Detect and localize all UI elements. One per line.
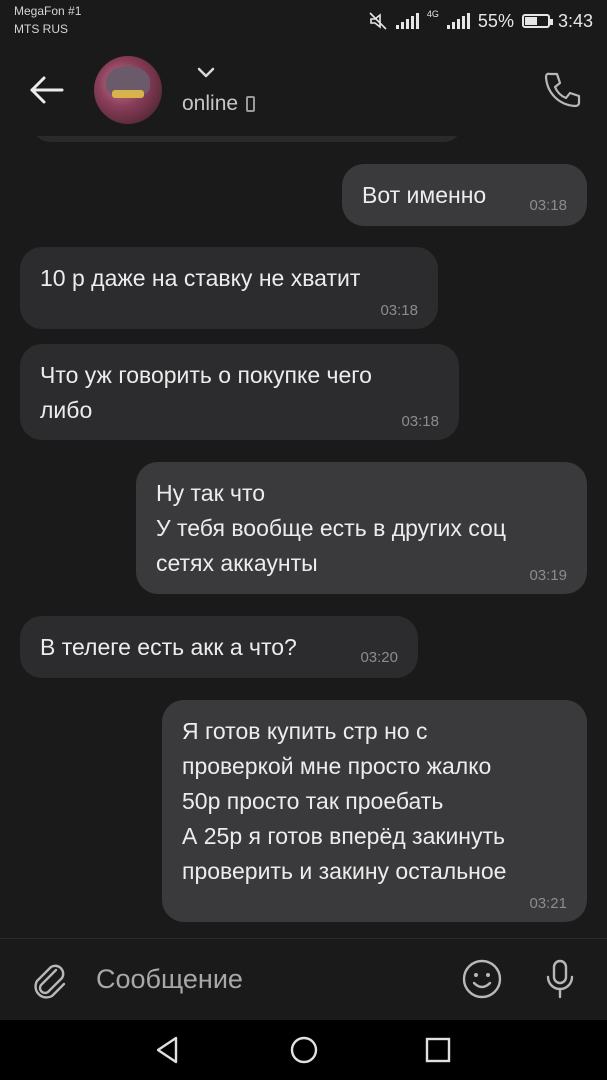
nav-home-button[interactable]: [288, 1034, 320, 1066]
message-time: 03:18: [401, 413, 439, 430]
paperclip-icon: [26, 957, 70, 1001]
online-status: online: [182, 92, 239, 115]
signal-2-icon: [446, 13, 470, 29]
message-bubble-incoming[interactable]: В телеге есть акк а что? 03:20: [20, 616, 418, 678]
battery-icon: [521, 14, 553, 28]
signal-1-icon: [395, 13, 419, 29]
carrier-2: MTS RUS: [14, 22, 68, 36]
nav-back-button[interactable]: [152, 1034, 184, 1066]
message-text: Что уж говорить о покупке чего либо: [40, 362, 372, 423]
message-bubble-outgoing[interactable]: Вот именно 03:18: [342, 164, 587, 226]
message-bubble-partial: [32, 136, 462, 142]
message-time: 03:20: [360, 649, 398, 666]
microphone-icon: [538, 957, 582, 1001]
chat-header: online: [0, 44, 607, 136]
message-time: 03:18: [529, 197, 567, 214]
battery-percent: 55%: [477, 10, 514, 31]
mobile-device-icon: [246, 96, 256, 112]
message-time: 03:18: [380, 302, 418, 319]
clock: 3:43: [557, 10, 593, 31]
square-recents-icon: [422, 1034, 454, 1066]
attach-button[interactable]: [26, 957, 70, 1001]
message-text: 10 р даже на ставку не хватит: [40, 265, 361, 291]
message-text: В телеге есть акк а что?: [40, 634, 297, 660]
triangle-back-icon: [152, 1034, 184, 1066]
mute-icon: [368, 11, 388, 31]
message-text: Ну так что У тебя вообще есть в других с…: [156, 480, 506, 576]
message-bubble-incoming[interactable]: Что уж говорить о покупке чего либо 03:1…: [20, 344, 459, 440]
message-text: Я готов купить стр но с проверкой мне пр…: [182, 718, 507, 884]
message-time: 03:21: [529, 895, 567, 912]
message-input[interactable]: [96, 959, 436, 999]
emoji-button[interactable]: [460, 957, 504, 1001]
system-nav-bar: [0, 1020, 607, 1080]
message-bubble-incoming[interactable]: 10 р даже на ставку не хватит 03:18: [20, 247, 438, 329]
call-button[interactable]: [540, 68, 584, 112]
network-type: 4G: [426, 9, 439, 19]
phone-call-icon: [540, 68, 584, 112]
message-list[interactable]: Вот именно 03:18 10 р даже на ставку не …: [0, 136, 607, 938]
back-arrow-icon: [24, 68, 68, 112]
contact-status: online: [182, 92, 256, 116]
message-bubble-outgoing[interactable]: Ну так что У тебя вообще есть в других с…: [136, 462, 587, 594]
status-icons: 4G 55% 3:43: [368, 8, 593, 34]
message-bubble-outgoing[interactable]: Я готов купить стр но с проверкой мне пр…: [162, 700, 587, 922]
contact-avatar[interactable]: [94, 56, 162, 124]
status-bar: MegaFon #1 MTS RUS 4G 55% 3:43: [0, 0, 607, 44]
circle-home-icon: [288, 1034, 320, 1066]
chevron-down-icon[interactable]: [196, 66, 216, 80]
back-button[interactable]: [24, 68, 68, 112]
carrier-1: MegaFon #1: [14, 4, 82, 18]
composer: [0, 938, 607, 1020]
voice-message-button[interactable]: [538, 957, 582, 1001]
nav-recents-button[interactable]: [422, 1034, 454, 1066]
message-time: 03:19: [529, 567, 567, 584]
smiley-icon: [460, 957, 504, 1001]
